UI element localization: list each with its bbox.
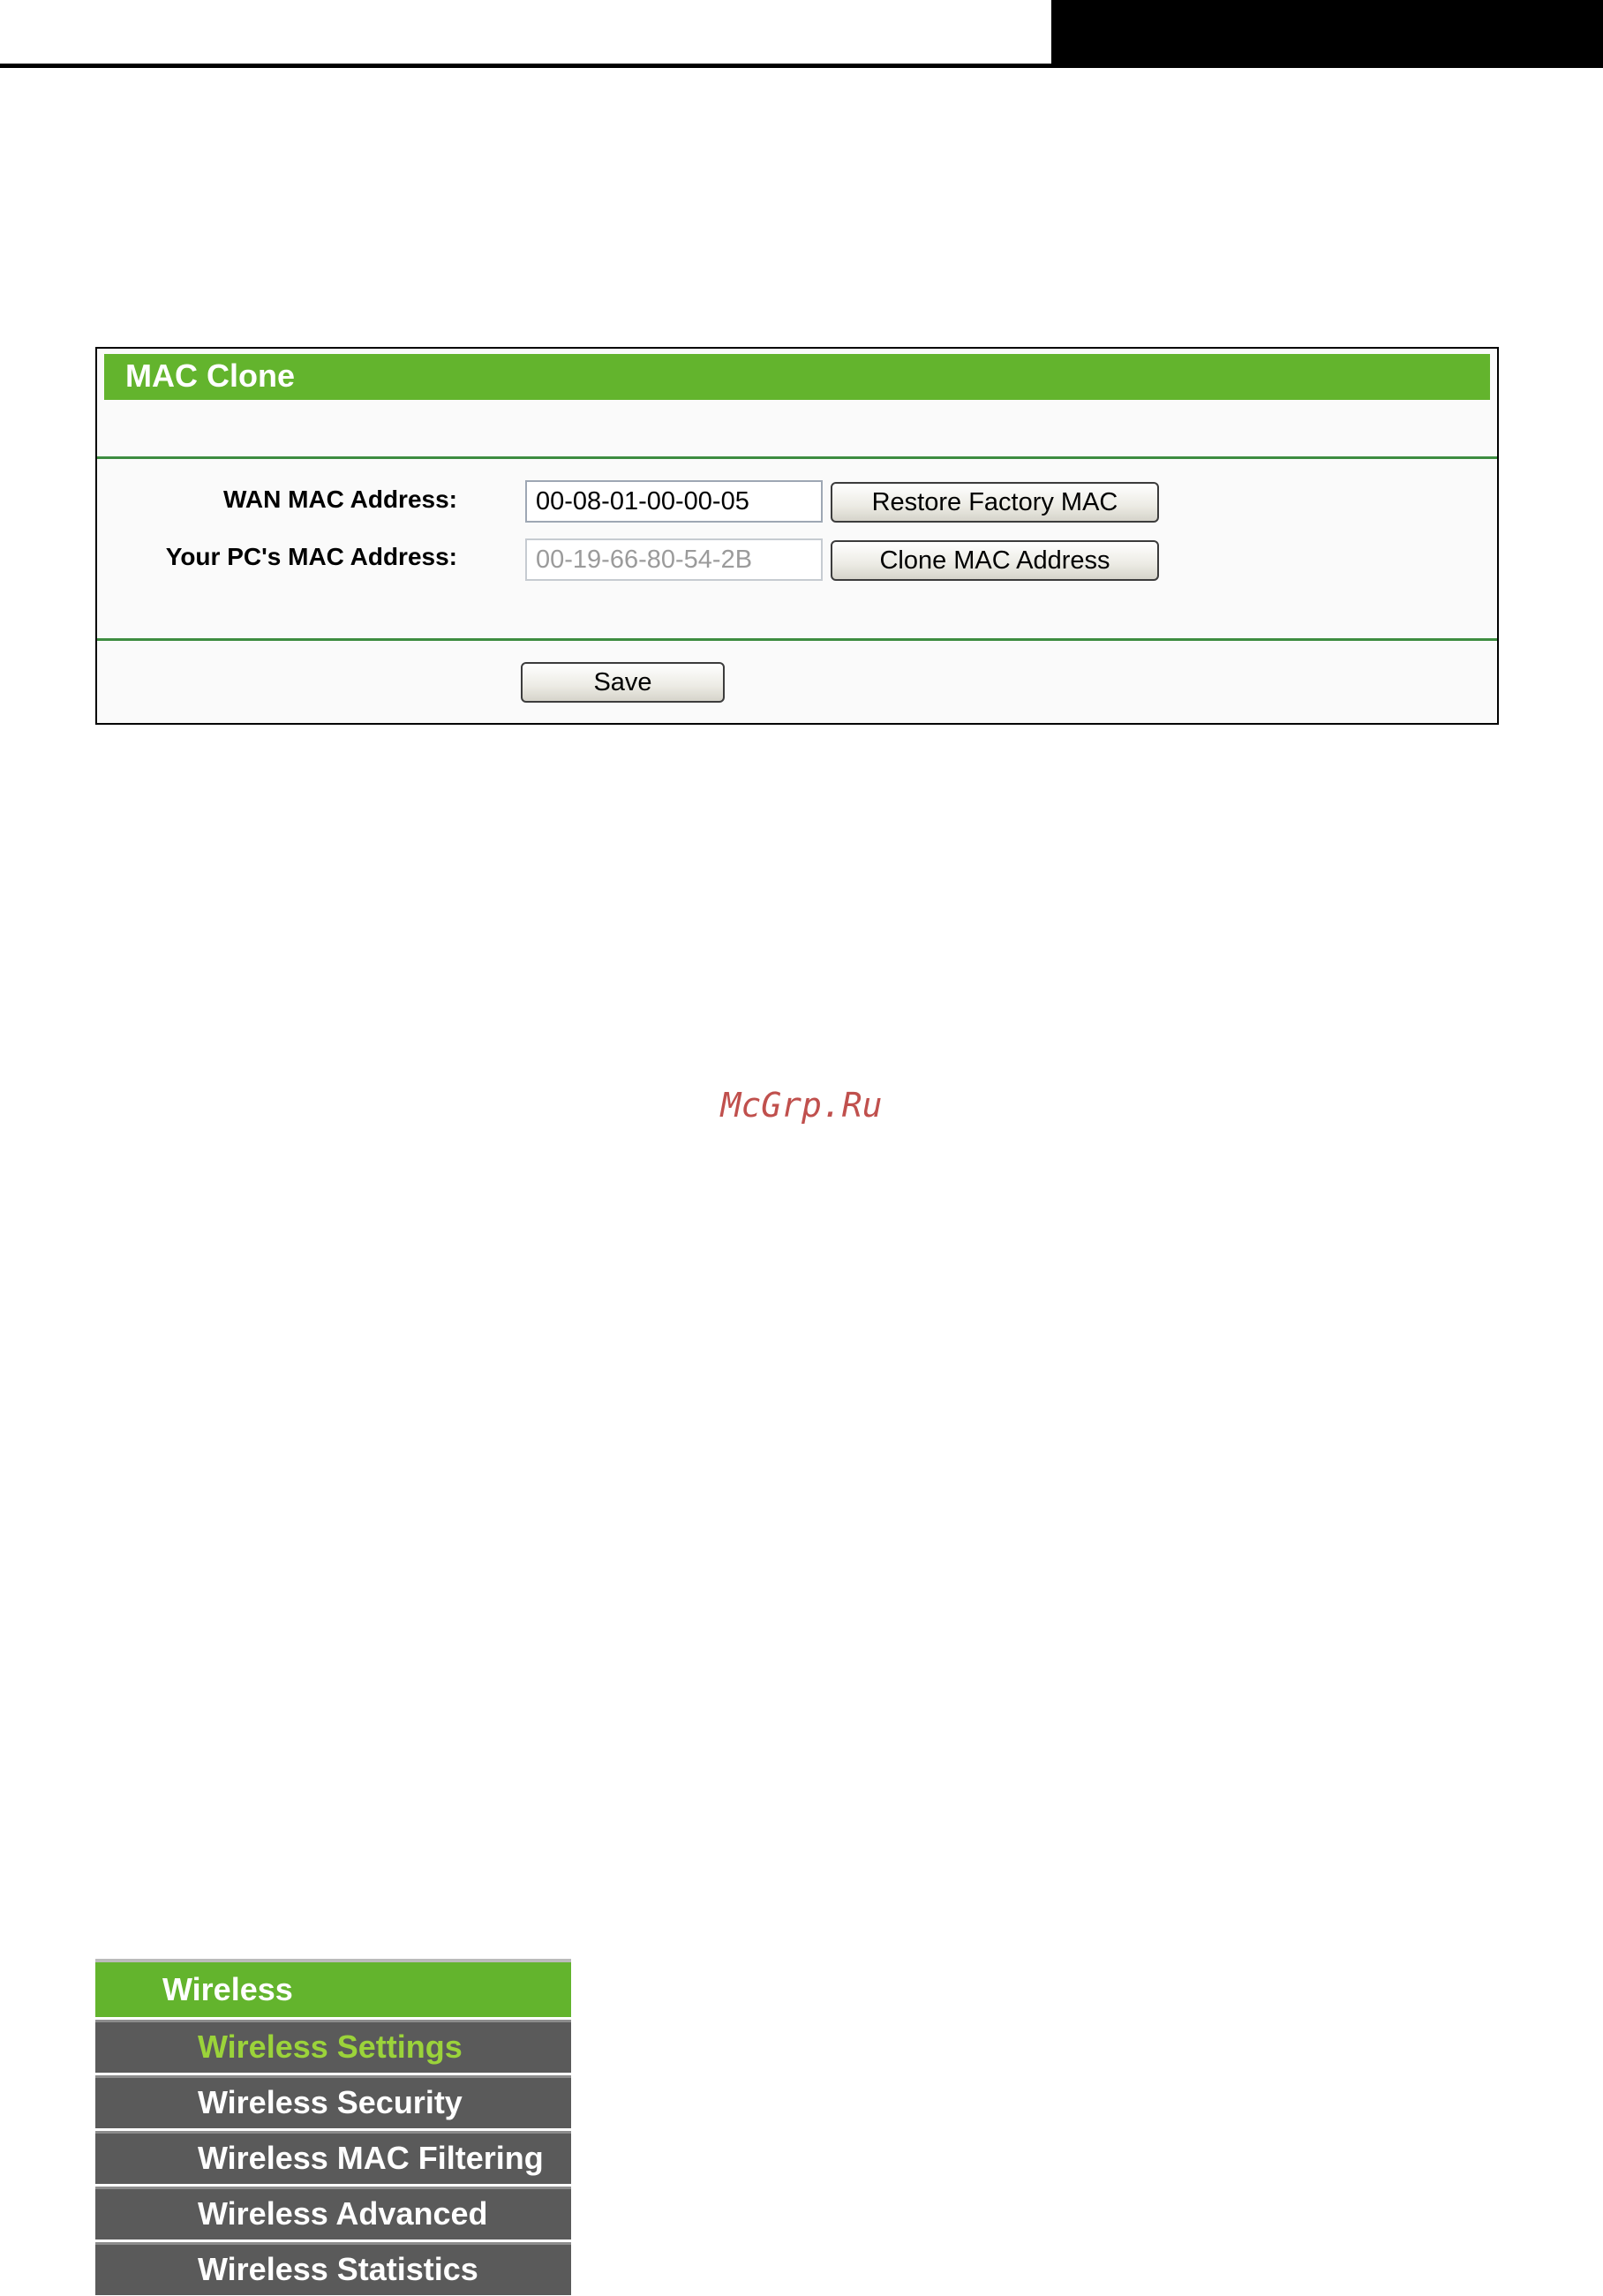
mac-clone-panel <box>95 347 1499 725</box>
menu-item-wireless-mac-filtering[interactable]: Wireless MAC Filtering <box>95 2131 571 2184</box>
page-header-block <box>1051 0 1603 68</box>
pc-mac-label: Your PC's MAC Address: <box>165 543 457 570</box>
panel-title: MAC Clone <box>125 358 295 394</box>
menu-heading-wireless[interactable]: Wireless <box>95 1959 571 2017</box>
save-button[interactable]: Save <box>521 662 725 703</box>
wan-mac-input[interactable]: 00-08-01-00-00-05 <box>525 480 823 523</box>
wan-mac-label: WAN MAC Address: <box>223 486 457 513</box>
wireless-menu: Wireless Wireless Settings Wireless Secu… <box>95 1959 571 2295</box>
menu-item-wireless-settings[interactable]: Wireless Settings <box>95 2020 571 2073</box>
divider <box>97 456 1497 459</box>
menu-item-wireless-security[interactable]: Wireless Security <box>95 2075 571 2128</box>
page-header-rule <box>0 64 1055 68</box>
panel-header-bar <box>104 354 1490 400</box>
pc-mac-input: 00-19-66-80-54-2B <box>525 538 823 581</box>
divider <box>97 638 1497 641</box>
menu-item-wireless-advanced[interactable]: Wireless Advanced <box>95 2187 571 2240</box>
watermark: McGrp.Ru <box>720 1086 883 1125</box>
menu-item-wireless-statistics[interactable]: Wireless Statistics <box>95 2242 571 2295</box>
clone-mac-address-button[interactable]: Clone MAC Address <box>831 540 1159 581</box>
restore-factory-mac-button[interactable]: Restore Factory MAC <box>831 482 1159 523</box>
